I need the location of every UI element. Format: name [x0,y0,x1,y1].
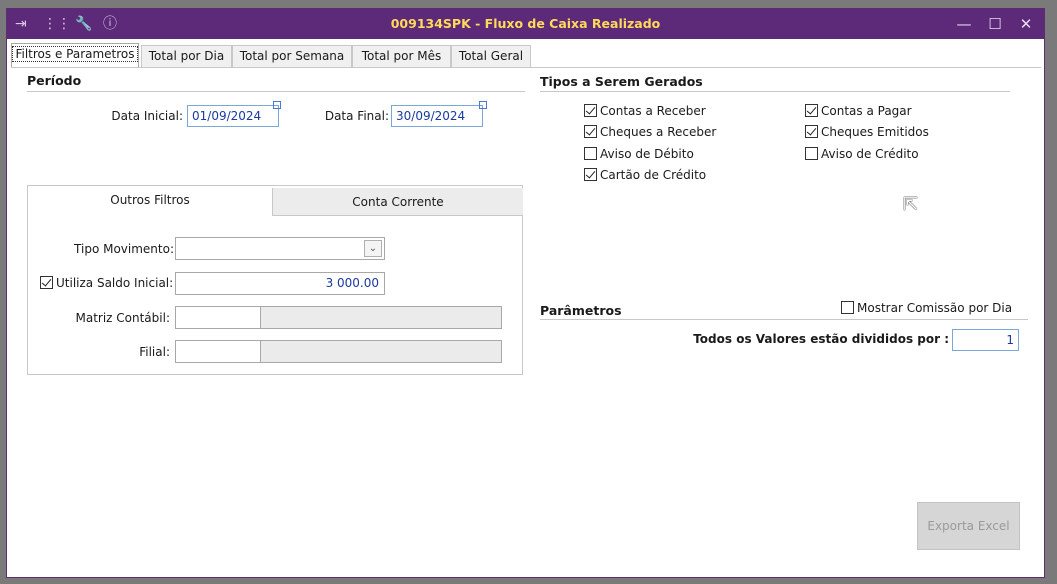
filial-desc-field [260,340,502,363]
checkbox-cartao-credito[interactable]: Cartão de Crédito [584,167,706,183]
tipos-divider [540,91,1010,92]
mouse-cursor-icon: ⇱ [903,194,919,215]
tab-outros-filtros[interactable]: Outros Filtros [28,186,272,214]
tab-total-semana[interactable]: Total por Semana [232,45,352,67]
tipos-title: Tipos a Serem Gerados [540,74,703,89]
checkbox-mostrar-comissao[interactable]: Mostrar Comissão por Dia [841,300,1012,316]
data-final-field[interactable]: 30/09/2024 [391,105,483,127]
window-title: 009134SPK - Fluxo de Caixa Realizado [390,16,661,31]
tab-conta-corrente[interactable]: Conta Corrente [272,188,523,216]
tab-total-dia[interactable]: Total por Dia [141,45,232,67]
divididos-field[interactable]: 1 [952,329,1019,351]
export-excel-button[interactable]: Exporta Excel [917,502,1020,550]
filial-code-field[interactable] [175,340,261,363]
checkbox-aviso-debito[interactable]: Aviso de Débito [584,146,694,162]
chevron-down-icon[interactable]: ⌄ [364,240,382,257]
checkbox-contas-pagar[interactable]: Contas a Pagar [805,103,912,119]
checkbox-box[interactable] [805,147,818,160]
parametros-divider [540,319,1028,320]
checkbox-box[interactable] [805,104,818,117]
divididos-label: Todos os Valores estão divididos por : [693,332,949,346]
maximize-button[interactable]: ☐ [984,13,1006,35]
tipo-movimento-label: Tipo Movimento: [74,242,174,256]
checkbox-utiliza-saldo[interactable]: Utiliza Saldo Inicial: [40,275,173,291]
data-final-label: Data Final: [324,109,389,123]
checkbox-box[interactable] [584,104,597,117]
minimize-button[interactable]: — [953,13,975,35]
matriz-label: Matriz Contábil: [75,311,170,325]
checkbox-cheques-emitidos[interactable]: Cheques Emitidos [805,124,929,140]
filial-label: Filial: [139,345,170,359]
tab-total-mes[interactable]: Total por Mês [352,45,451,67]
calendar-icon[interactable] [479,101,487,109]
data-inicial-field[interactable]: 01/09/2024 [187,105,279,127]
checkbox-aviso-credito[interactable]: Aviso de Crédito [805,146,919,162]
periodo-divider [27,91,525,92]
tipo-movimento-select[interactable]: ⌄ [175,237,385,260]
checkbox-cheques-receber[interactable]: Cheques a Receber [584,124,716,140]
calendar-icon[interactable] [273,101,281,109]
checkbox-box[interactable] [841,301,854,314]
checkbox-contas-receber[interactable]: Contas a Receber [584,103,706,119]
matriz-code-field[interactable] [175,306,261,329]
data-inicial-label: Data Inicial: [111,109,183,123]
close-button[interactable]: ✕ [1015,13,1037,35]
tab-total-geral[interactable]: Total Geral [451,45,531,67]
checkbox-box[interactable] [584,147,597,160]
parametros-title: Parâmetros [540,303,622,318]
checkbox-box[interactable] [40,276,53,289]
periodo-title: Período [27,73,82,88]
saldo-field[interactable]: 3 000.00 [175,272,385,295]
filtros-panel: Outros Filtros Conta Corrente Tipo Movim… [27,185,523,375]
tab-divider [11,67,1041,68]
title-bar: ⇥ ⋮⋮ 🔧 ⓘ 009134SPK - Fluxo de Caixa Real… [7,9,1044,39]
checkbox-box[interactable] [805,125,818,138]
matriz-desc-field [260,306,502,329]
tab-filtros[interactable]: Filtros e Parametros [11,43,139,68]
main-window: ⇥ ⋮⋮ 🔧 ⓘ 009134SPK - Fluxo de Caixa Real… [6,8,1045,578]
checkbox-box[interactable] [584,125,597,138]
checkbox-box[interactable] [584,168,597,181]
